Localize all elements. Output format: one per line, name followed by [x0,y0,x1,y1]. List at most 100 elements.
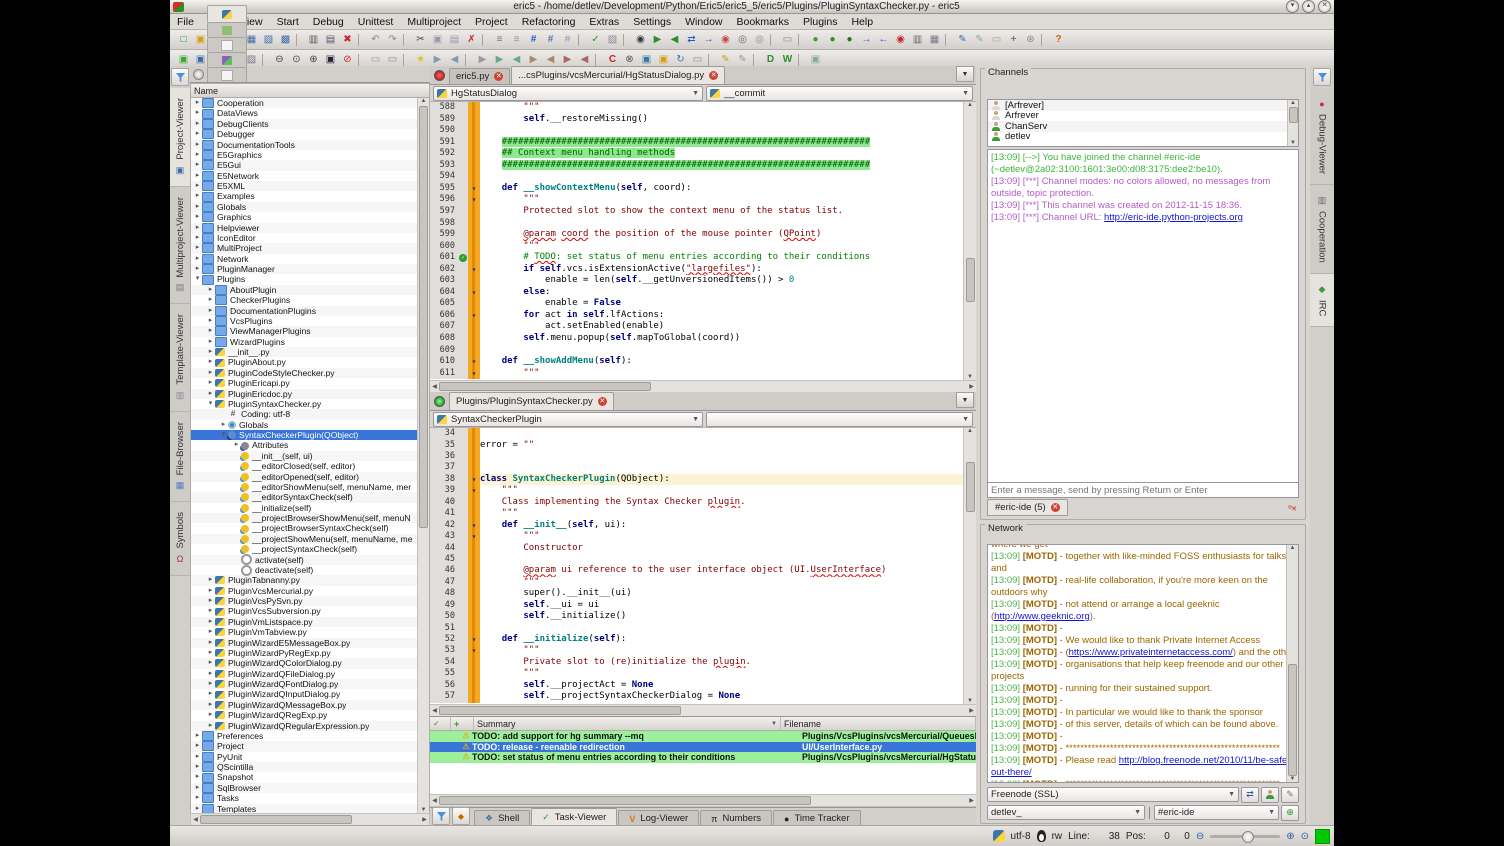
expand-arrow-icon[interactable] [206,606,215,616]
warning-prev-icon[interactable]: ◀ [542,52,559,67]
python2-console-icon[interactable]: ▣ [638,52,655,67]
window-list-icon[interactable]: ▼ [956,392,974,408]
expand-arrow-icon[interactable] [206,368,215,378]
tree-item[interactable]: ViewManagerPlugins [191,326,417,336]
expand-arrow-icon[interactable] [206,617,215,627]
task-marker-icon[interactable] [458,565,468,576]
task-marker-icon[interactable] [458,345,468,357]
line-number[interactable]: 598 [430,218,458,230]
expand-arrow-icon[interactable] [206,721,215,731]
search-prev-icon[interactable]: ◀ [666,32,683,47]
task-marker-icon[interactable] [458,440,468,451]
tree-item[interactable]: PluginWizardQColorDialog.py [191,658,417,668]
tab-pluginsyntaxchecker-py[interactable]: Plugins/PluginSyntaxChecker.py ✕ [449,392,614,410]
code-line[interactable]: 604 else: [430,287,964,299]
fold-marker-icon[interactable] [468,148,480,160]
code-line[interactable]: 46 @param ui reference to the user inter… [430,565,964,576]
copy-icon[interactable]: ▣ [429,32,446,47]
task-marker-icon[interactable] [458,554,468,565]
tree-item[interactable]: PluginEricdoc.py [191,389,417,399]
fold-marker-icon[interactable] [468,356,480,368]
fold-marker-icon[interactable] [468,543,480,554]
coverage-icon[interactable]: ▦ [926,32,943,47]
tree-item[interactable]: PluginAbout.py [191,357,417,367]
code-line[interactable]: 607 act.setEnabled(enable) [430,321,964,333]
refresh-icon[interactable]: ↻ [672,52,689,67]
line-number[interactable]: 57 [430,691,458,702]
bookmark-icon[interactable]: ★ [412,52,429,67]
code-line[interactable]: 42 def __init__(self, ui): [430,520,964,531]
task-marker-icon[interactable] [458,252,468,264]
toolbar-separator[interactable] [465,54,472,66]
toolbar-separator[interactable] [482,34,489,46]
tab-irc[interactable]: ◆ IRC [1310,274,1334,327]
tree-item[interactable]: Coding: utf-8 [191,409,417,419]
code-line[interactable]: 45 [430,554,964,565]
code-line[interactable]: 54 Private slot to (re)initialize the pl… [430,657,964,668]
tree-item[interactable]: __projectSyntaxCheck(self) [191,544,417,554]
fold-marker-icon[interactable] [468,634,480,645]
tree-item[interactable]: E5Gui [191,160,417,170]
line-number[interactable]: 604 [430,287,458,299]
wrench-icon[interactable]: + [1005,32,1022,47]
fold-marker-icon[interactable] [468,160,480,172]
menu-item[interactable]: File [170,16,201,28]
tree-item[interactable]: __projectBrowserSyntaxCheck(self) [191,523,417,533]
tree-item[interactable]: PluginWizardPyRegExp.py [191,648,417,658]
line-number[interactable]: 38 [430,474,458,485]
fold-marker-icon[interactable] [468,171,480,183]
expand-arrow-icon[interactable] [219,430,228,440]
expand-arrow-icon[interactable] [193,160,202,170]
code-line[interactable]: 50 self.__initialize() [430,611,964,622]
task-row[interactable]: ⚠ TODO: add support for hg summary --mq … [430,731,976,742]
task-marker-icon[interactable] [458,680,468,691]
code-line[interactable]: 600 """ [430,241,964,253]
expand-arrow-icon[interactable] [206,710,215,720]
menu-item[interactable]: Plugins [796,16,844,28]
maximize-button[interactable]: ▴ [1302,0,1315,13]
filter-icon[interactable] [171,68,189,86]
pencil-blue-icon[interactable]: ✎ [954,32,971,47]
sync-icon[interactable]: ▶ [474,52,491,67]
code-line[interactable]: 38 class SyntaxCheckerPlugin(QObject): [430,474,964,485]
tab-symbols[interactable]: Symbols Ω [170,502,190,575]
expand-arrow-icon[interactable] [193,140,202,150]
edit-pencil2-icon[interactable]: ✎ [734,52,751,67]
fullscreen-icon[interactable]: ⊘ [339,52,356,67]
code-line[interactable]: 57 self.__projectSyntaxCheckerDialog = N… [430,691,964,702]
tree-item[interactable]: PluginWizardQInputDialog.py [191,689,417,699]
nick-combo[interactable]: detlev_ ▼ [987,805,1145,820]
line-number[interactable]: 53 [430,645,458,656]
whats-this-icon[interactable]: ? [1050,32,1067,47]
expand-arrow-icon[interactable] [206,337,215,347]
line-number[interactable]: 607 [430,321,458,333]
code-line[interactable]: 590 [430,125,964,137]
task-marker-icon[interactable] [458,275,468,287]
editor1-horizontal-scrollbar[interactable]: ◀ ▶ [430,380,976,392]
task-marker-icon[interactable] [458,634,468,645]
tree-item[interactable]: Graphics [191,212,417,222]
editor2-horizontal-scrollbar[interactable]: ◀ ▶ [430,704,976,716]
expand-arrow-icon[interactable] [232,440,241,450]
expand-arrow-icon[interactable] [193,202,202,212]
line-number[interactable]: 608 [430,333,458,345]
expand-arrow-icon[interactable] [206,347,215,357]
task-row[interactable]: ⚠ TODO: release - reenable redirection U… [430,742,976,753]
line-number[interactable]: 601 [430,252,458,264]
task-marker-icon[interactable] [458,577,468,588]
close-channel-icon[interactable]: ✕ [1051,503,1060,512]
fold-marker-icon[interactable] [468,623,480,634]
tree-item[interactable]: SqlBrowser [191,783,417,793]
tree-item[interactable]: Snapshot [191,772,417,782]
task-marker-icon[interactable] [458,194,468,206]
search-files-icon[interactable]: ◎ [734,32,751,47]
task-marker-icon[interactable] [458,229,468,241]
toolbar-separator[interactable] [770,34,777,46]
user-list-item[interactable]: Arfrever [988,111,1287,122]
expand-arrow-icon[interactable] [193,264,202,274]
tree-item[interactable]: Attributes [191,440,417,450]
tree-item[interactable]: PluginVcsMercurial.py [191,586,417,596]
tree-item[interactable]: deactivate(self) [191,565,417,575]
away-icon[interactable] [1261,787,1279,803]
code-line[interactable]: 47 """ [430,577,964,588]
